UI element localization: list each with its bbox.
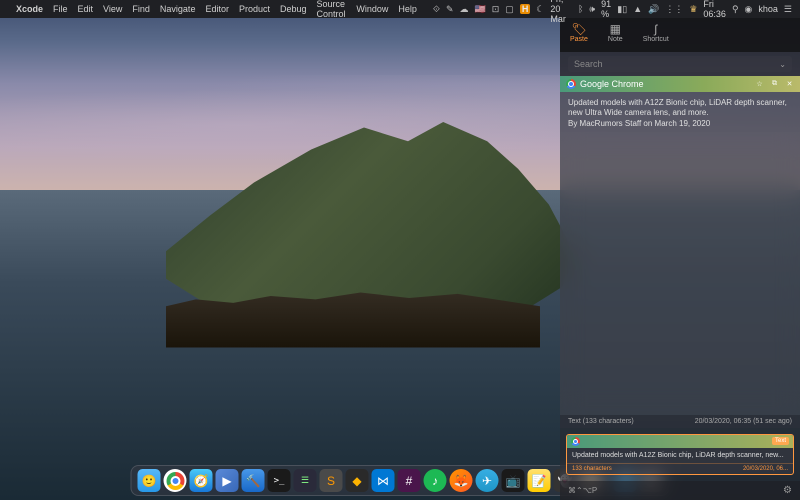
- tab-label: Shortcut: [643, 36, 669, 43]
- cloud-icon[interactable]: ☁: [460, 4, 469, 15]
- history-header: Text: [567, 435, 793, 448]
- search-input[interactable]: [568, 56, 792, 72]
- dock-spotify[interactable]: ♪: [424, 469, 447, 492]
- dock-finder[interactable]: 🙂: [138, 469, 161, 492]
- copy-icon[interactable]: ⧉: [770, 80, 779, 89]
- menu-debug[interactable]: Debug: [280, 4, 307, 14]
- card-body: Updated models with A12Z Bionic chip, Li…: [560, 92, 800, 415]
- tag-icon: 🏷: [571, 23, 586, 35]
- menubar-clock[interactable]: Fri 06:36: [703, 0, 726, 19]
- flag-icon[interactable]: 🇺🇸: [475, 4, 486, 15]
- do-not-disturb-icon[interactable]: ☾: [536, 4, 544, 15]
- menu-source-control[interactable]: Source Control: [317, 0, 347, 19]
- history-time: 20/03/2020, 06...: [743, 466, 788, 472]
- dock-app[interactable]: ▶: [216, 469, 239, 492]
- status-icon[interactable]: ⟐: [433, 4, 440, 15]
- dock-chrome[interactable]: [164, 469, 187, 492]
- spotlight-icon[interactable]: ⚲: [732, 4, 739, 15]
- tab-paste[interactable]: 🏷 Paste: [566, 22, 592, 44]
- sound-icon[interactable]: 🕪: [589, 4, 595, 15]
- panel-search: ⌄: [560, 52, 800, 76]
- dock-sublime[interactable]: S: [320, 469, 343, 492]
- dock-safari[interactable]: 🧭: [190, 469, 213, 492]
- tab-label: Note: [608, 36, 623, 43]
- clipboard-history: Text Updated models with A12Z Bionic chi…: [560, 428, 800, 481]
- clipboard-preview-card: Google Chrome ☆ ⧉ ✕ Updated models with …: [560, 76, 800, 428]
- menubar-date[interactable]: Fri, 20 Mar: [550, 0, 572, 24]
- chevron-down-icon[interactable]: ⌄: [779, 60, 786, 69]
- siri-icon[interactable]: ◉: [745, 4, 753, 15]
- wifi-icon[interactable]: ⋮⋮: [665, 4, 683, 15]
- card-text-line1: Updated models with A12Z Bionic chip, Li…: [568, 98, 792, 119]
- dock-vscode[interactable]: ⋈: [372, 469, 395, 492]
- battery-percent[interactable]: 91 %: [601, 0, 611, 19]
- delete-icon[interactable]: ✕: [785, 80, 794, 89]
- tab-note[interactable]: ▦ Note: [604, 22, 627, 44]
- dock-terminal[interactable]: >_: [268, 469, 291, 492]
- card-footer-left: Text (133 characters): [568, 418, 634, 425]
- dock-firefox[interactable]: 🦊: [450, 469, 473, 492]
- shortcut-icon: ʃ: [654, 23, 657, 35]
- menu-view[interactable]: View: [103, 4, 122, 14]
- evernote-icon[interactable]: ✎: [446, 4, 454, 15]
- grid-icon: ▦: [610, 23, 621, 35]
- menubar-user[interactable]: khoa: [758, 4, 778, 14]
- menu-edit[interactable]: Edit: [78, 4, 94, 14]
- history-body: Updated models with A12Z Bionic chip, Li…: [567, 448, 793, 463]
- history-footer: 133 characters 20/03/2020, 06...: [567, 463, 793, 474]
- panel-shortcut: ⌘⌃⌥P: [568, 486, 597, 495]
- tab-label: Paste: [570, 36, 588, 43]
- display-icon[interactable]: ▢: [505, 4, 514, 15]
- dock-notes[interactable]: 📝: [528, 469, 551, 492]
- panel-footer: ⌘⌃⌥P ⚙: [560, 481, 800, 500]
- bluetooth-icon[interactable]: ᛒ: [578, 4, 583, 14]
- menu-window[interactable]: Window: [356, 4, 388, 14]
- card-source-app: Google Chrome: [580, 79, 644, 89]
- card-text-line2: By MacRumors Staff on March 19, 2020: [568, 119, 792, 129]
- star-icon[interactable]: ☆: [755, 80, 764, 89]
- dock-slack[interactable]: #: [398, 469, 421, 492]
- history-item[interactable]: Text Updated models with A12Z Bionic chi…: [566, 434, 794, 475]
- card-header: Google Chrome ☆ ⧉ ✕: [560, 76, 800, 92]
- dock-xcode[interactable]: 🔨: [242, 469, 265, 492]
- history-chars: 133 characters: [572, 466, 612, 472]
- menu-product[interactable]: Product: [239, 4, 270, 14]
- battery-icon[interactable]: ▮▯: [617, 4, 627, 15]
- dock-telegram[interactable]: ✈: [476, 469, 499, 492]
- gear-icon[interactable]: ⚙: [783, 485, 792, 496]
- notification-center-icon[interactable]: ☰: [784, 4, 792, 15]
- chrome-icon: [571, 437, 580, 446]
- dock-appletv[interactable]: 📺: [502, 469, 525, 492]
- card-footer: Text (133 characters) 20/03/2020, 06:35 …: [560, 415, 800, 428]
- menu-editor[interactable]: Editor: [205, 4, 229, 14]
- dock-sketch[interactable]: ◆: [346, 469, 369, 492]
- menu-help[interactable]: Help: [398, 4, 417, 14]
- menu-file[interactable]: File: [53, 4, 68, 14]
- volume-icon[interactable]: 🔊: [648, 4, 659, 15]
- dock-app[interactable]: ☰: [294, 469, 317, 492]
- h-icon[interactable]: H: [520, 4, 531, 14]
- menu-find[interactable]: Find: [132, 4, 150, 14]
- menubar: Xcode File Edit View Find Navigate Edito…: [0, 0, 800, 18]
- card-footer-right: 20/03/2020, 06:35 (51 sec ago): [695, 418, 792, 425]
- screenshot-icon[interactable]: ⊡: [492, 4, 500, 15]
- airplay-icon[interactable]: ▲: [633, 4, 642, 14]
- type-badge: Text: [772, 437, 789, 445]
- panel-tabs: 🏷 Paste ▦ Note ʃ Shortcut: [560, 18, 800, 52]
- chrome-icon: [566, 79, 576, 89]
- tab-shortcut[interactable]: ʃ Shortcut: [639, 22, 673, 44]
- app-menu[interactable]: Xcode: [16, 4, 43, 14]
- menu-navigate[interactable]: Navigate: [160, 4, 196, 14]
- crown-icon[interactable]: ♛: [689, 4, 697, 15]
- clipboard-panel: 🏷 Paste ▦ Note ʃ Shortcut ⌄ Google Chrom…: [560, 18, 800, 500]
